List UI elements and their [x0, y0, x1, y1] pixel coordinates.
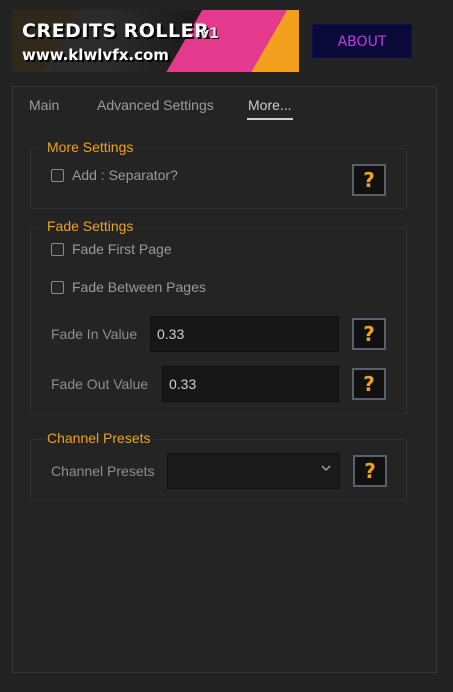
fade-first-page-checkbox[interactable]: Fade First Page	[51, 241, 172, 257]
tab-main[interactable]: Main	[29, 97, 59, 113]
checkbox-box[interactable]	[51, 242, 64, 256]
active-tab-indicator	[247, 118, 293, 120]
chevron-down-icon	[321, 465, 331, 471]
fade-out-label: Fade Out Value	[51, 376, 149, 392]
tab-advanced-settings[interactable]: Advanced Settings	[97, 97, 214, 113]
fade-settings-title: Fade Settings	[45, 218, 136, 234]
fade-in-input[interactable]: 0.33	[150, 316, 339, 352]
fade-settings-group: Fade Settings Fade First Page Fade Betwe…	[30, 218, 407, 415]
fade-out-input[interactable]: 0.33	[162, 366, 339, 402]
channel-presets-select[interactable]	[167, 453, 340, 489]
tab-bar: Main Advanced Settings More...	[13, 87, 436, 121]
settings-panel: Main Advanced Settings More... More Sett…	[12, 86, 437, 673]
channel-presets-title: Channel Presets	[45, 430, 153, 446]
channel-presets-help-button[interactable]: ?	[353, 455, 387, 487]
credits-roller-logo: CREDITS ROLLER v1 www.klwlvfx.com	[12, 10, 299, 72]
fade-out-help-button[interactable]: ?	[352, 368, 386, 400]
credits-roller-panel: CREDITS ROLLER v1 www.klwlvfx.com ABOUT …	[0, 0, 453, 692]
fade-in-help-button[interactable]: ?	[352, 318, 386, 350]
fade-between-pages-checkbox[interactable]: Fade Between Pages	[51, 279, 206, 295]
logo-url: www.klwlvfx.com	[22, 46, 169, 64]
add-separator-checkbox[interactable]: Add : Separator?	[51, 167, 178, 183]
checkbox-box[interactable]	[51, 168, 64, 182]
logo-version: v1	[200, 26, 219, 42]
channel-presets-label: Channel Presets	[51, 463, 155, 479]
fade-in-label: Fade In Value	[51, 326, 138, 342]
logo-title: CREDITS ROLLER	[22, 20, 210, 42]
fade-first-page-label: Fade First Page	[72, 241, 172, 257]
tab-more[interactable]: More...	[247, 97, 293, 120]
about-button[interactable]: ABOUT	[312, 24, 412, 58]
channel-presets-group: Channel Presets Channel Presets ?	[30, 430, 407, 501]
more-settings-group: More Settings Add : Separator? ?	[30, 139, 407, 209]
checkbox-box[interactable]	[51, 280, 64, 294]
add-separator-label: Add : Separator?	[72, 167, 178, 183]
more-settings-title: More Settings	[45, 139, 136, 155]
more-settings-help-button[interactable]: ?	[352, 164, 386, 196]
fade-between-pages-label: Fade Between Pages	[72, 279, 206, 295]
